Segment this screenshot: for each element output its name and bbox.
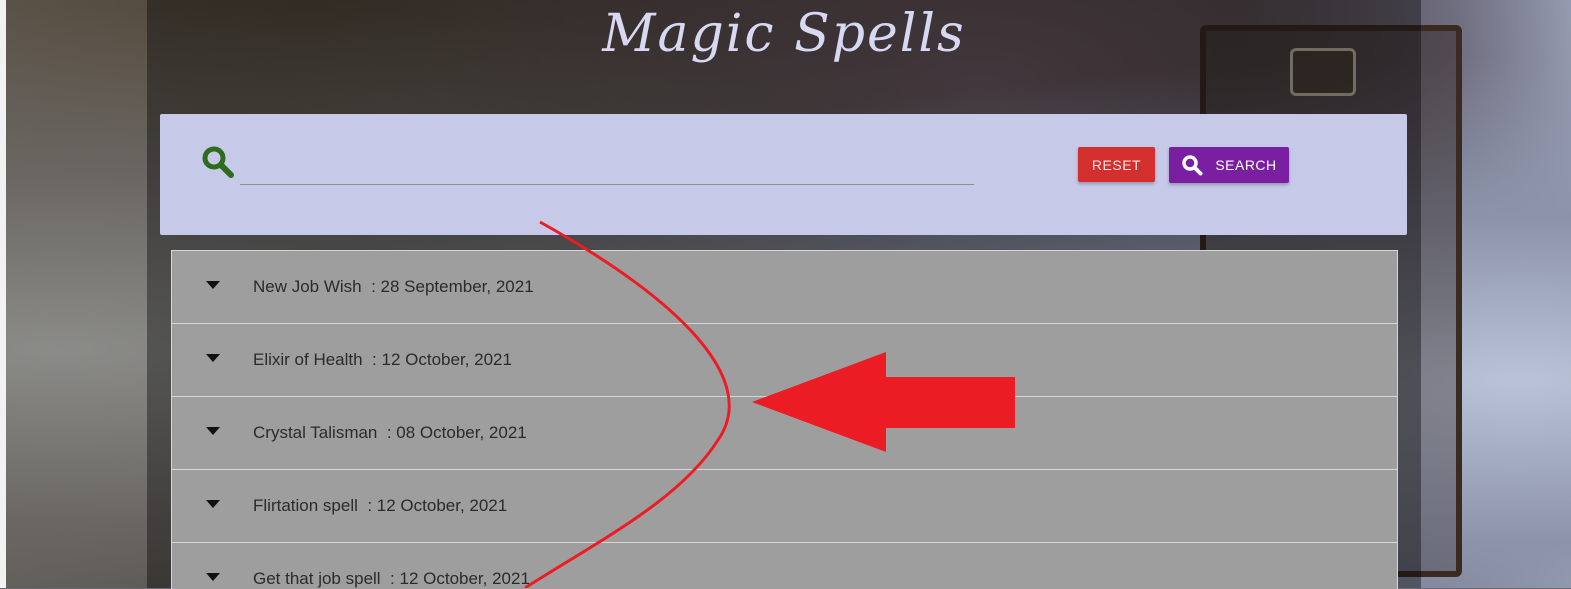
caret-down-icon[interactable] (206, 354, 220, 362)
list-item[interactable]: Elixir of Health : 12 October, 2021 (172, 324, 1397, 397)
search-input[interactable] (240, 142, 974, 185)
spell-date: 12 October, 2021 (381, 350, 512, 369)
spell-date: 28 September, 2021 (380, 277, 534, 296)
spell-title: Crystal Talisman : 08 October, 2021 (253, 423, 527, 442)
caret-down-icon[interactable] (206, 281, 220, 289)
spell-title: Get that job spell : 12 October, 2021 (253, 569, 530, 588)
search-button-label: SEARCH (1215, 157, 1277, 173)
spell-name: Crystal Talisman (253, 423, 378, 442)
spell-date: 08 October, 2021 (396, 423, 527, 442)
spell-title: Flirtation spell : 12 October, 2021 (253, 496, 508, 515)
spell-title: New Job Wish : 28 September, 2021 (253, 277, 534, 296)
spell-name: Get that job spell (253, 569, 381, 588)
spell-name: New Job Wish (253, 277, 362, 296)
search-panel: RESET SEARCH (160, 114, 1407, 235)
search-button[interactable]: SEARCH (1169, 147, 1289, 183)
list-item[interactable]: Flirtation spell : 12 October, 2021 (172, 470, 1397, 543)
list-item[interactable]: New Job Wish : 28 September, 2021 (172, 251, 1397, 324)
caret-down-icon[interactable] (206, 573, 220, 581)
list-item[interactable]: Crystal Talisman : 08 October, 2021 (172, 397, 1397, 470)
caret-down-icon[interactable] (206, 500, 220, 508)
list-item[interactable]: Get that job spell : 12 October, 2021 (172, 543, 1397, 589)
spell-name: Elixir of Health (253, 350, 363, 369)
caret-down-icon[interactable] (206, 427, 220, 435)
search-icon (1182, 155, 1203, 176)
spell-title: Elixir of Health : 12 October, 2021 (253, 350, 512, 369)
spell-name: Flirtation spell (253, 496, 358, 515)
page-title: Magic Spells (602, 4, 966, 64)
spell-date: 12 October, 2021 (399, 569, 530, 588)
reset-button[interactable]: RESET (1078, 147, 1155, 182)
spell-list: New Job Wish : 28 September, 2021 Elixir… (171, 250, 1398, 589)
spell-date: 12 October, 2021 (376, 496, 508, 515)
page-edge (0, 0, 6, 588)
search-icon (202, 146, 234, 178)
